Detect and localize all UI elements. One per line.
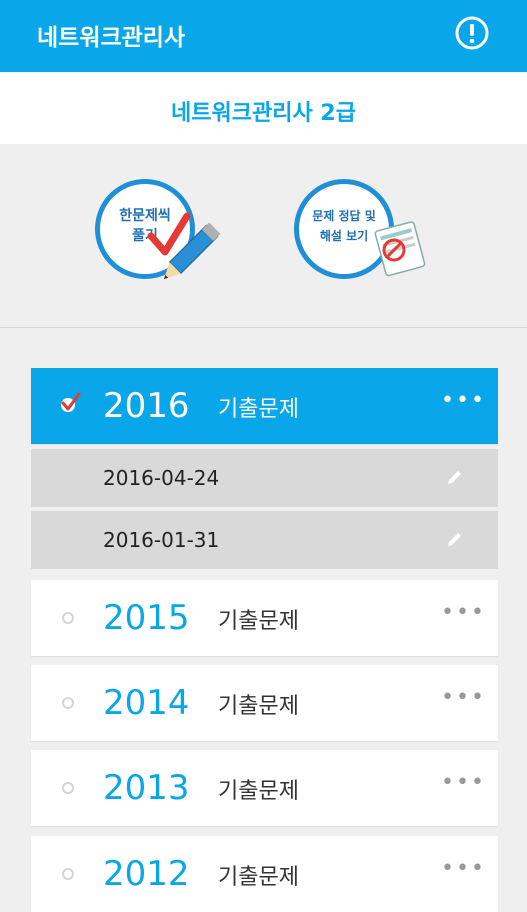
checkmark-icon bbox=[61, 392, 81, 412]
year-caption: 기출문제 bbox=[218, 865, 299, 890]
view-answers-button[interactable]: 문제 정답 및 해설 보기 bbox=[294, 176, 434, 296]
radio-circle-icon bbox=[62, 612, 74, 624]
exam-date: 2016-04-24 bbox=[103, 466, 220, 490]
year-2012-header[interactable]: 2012 기출문제 ••• bbox=[31, 836, 498, 912]
radio-circle-icon bbox=[62, 868, 74, 880]
more-options-icon[interactable]: ••• bbox=[441, 600, 486, 625]
pencil-check-icon bbox=[147, 212, 221, 280]
section-divider bbox=[0, 327, 527, 328]
radio-circle-icon bbox=[62, 782, 74, 794]
more-options-icon[interactable]: ••• bbox=[441, 388, 486, 413]
year-label: 2013 bbox=[103, 768, 190, 808]
action-area: 한문제씩 풀기 문제 정답 및 해설 보기 bbox=[0, 144, 527, 328]
pencil-icon[interactable] bbox=[445, 531, 463, 549]
year-2015-header[interactable]: 2015 기출문제 ••• bbox=[31, 580, 498, 656]
exam-title: 네트워크관리사 2급 bbox=[171, 101, 356, 126]
answer-sheet-icon bbox=[374, 221, 426, 277]
info-icon[interactable] bbox=[455, 16, 489, 50]
year-label: 2016 bbox=[103, 386, 190, 426]
subheader: 네트워크관리사 2급 bbox=[0, 72, 527, 144]
pencil-icon[interactable] bbox=[445, 469, 463, 487]
app-title: 네트워크관리사 bbox=[37, 25, 186, 51]
exam-date-row[interactable]: 2016-04-24 bbox=[31, 449, 498, 507]
year-2014-header[interactable]: 2014 기출문제 ••• bbox=[31, 665, 498, 741]
year-caption: 기출문제 bbox=[218, 609, 299, 634]
year-label: 2015 bbox=[103, 598, 190, 638]
exam-date-row[interactable]: 2016-01-31 bbox=[31, 511, 498, 569]
year-caption: 기출문제 bbox=[218, 694, 299, 719]
year-caption: 기출문제 bbox=[218, 779, 299, 804]
year-2013-header[interactable]: 2013 기출문제 ••• bbox=[31, 750, 498, 826]
radio-circle-icon bbox=[62, 697, 74, 709]
exam-date: 2016-01-31 bbox=[103, 528, 220, 552]
app-bar: 네트워크관리사 bbox=[0, 0, 527, 72]
study-one-by-one-button[interactable]: 한문제씩 풀기 bbox=[95, 176, 235, 296]
year-label: 2014 bbox=[103, 683, 190, 723]
year-2016-header[interactable]: 2016 기출문제 ••• bbox=[31, 368, 498, 444]
more-options-icon[interactable]: ••• bbox=[441, 770, 486, 795]
more-options-icon[interactable]: ••• bbox=[441, 685, 486, 710]
year-caption: 기출문제 bbox=[218, 397, 299, 422]
year-label: 2012 bbox=[103, 854, 190, 894]
more-options-icon[interactable]: ••• bbox=[441, 856, 486, 881]
